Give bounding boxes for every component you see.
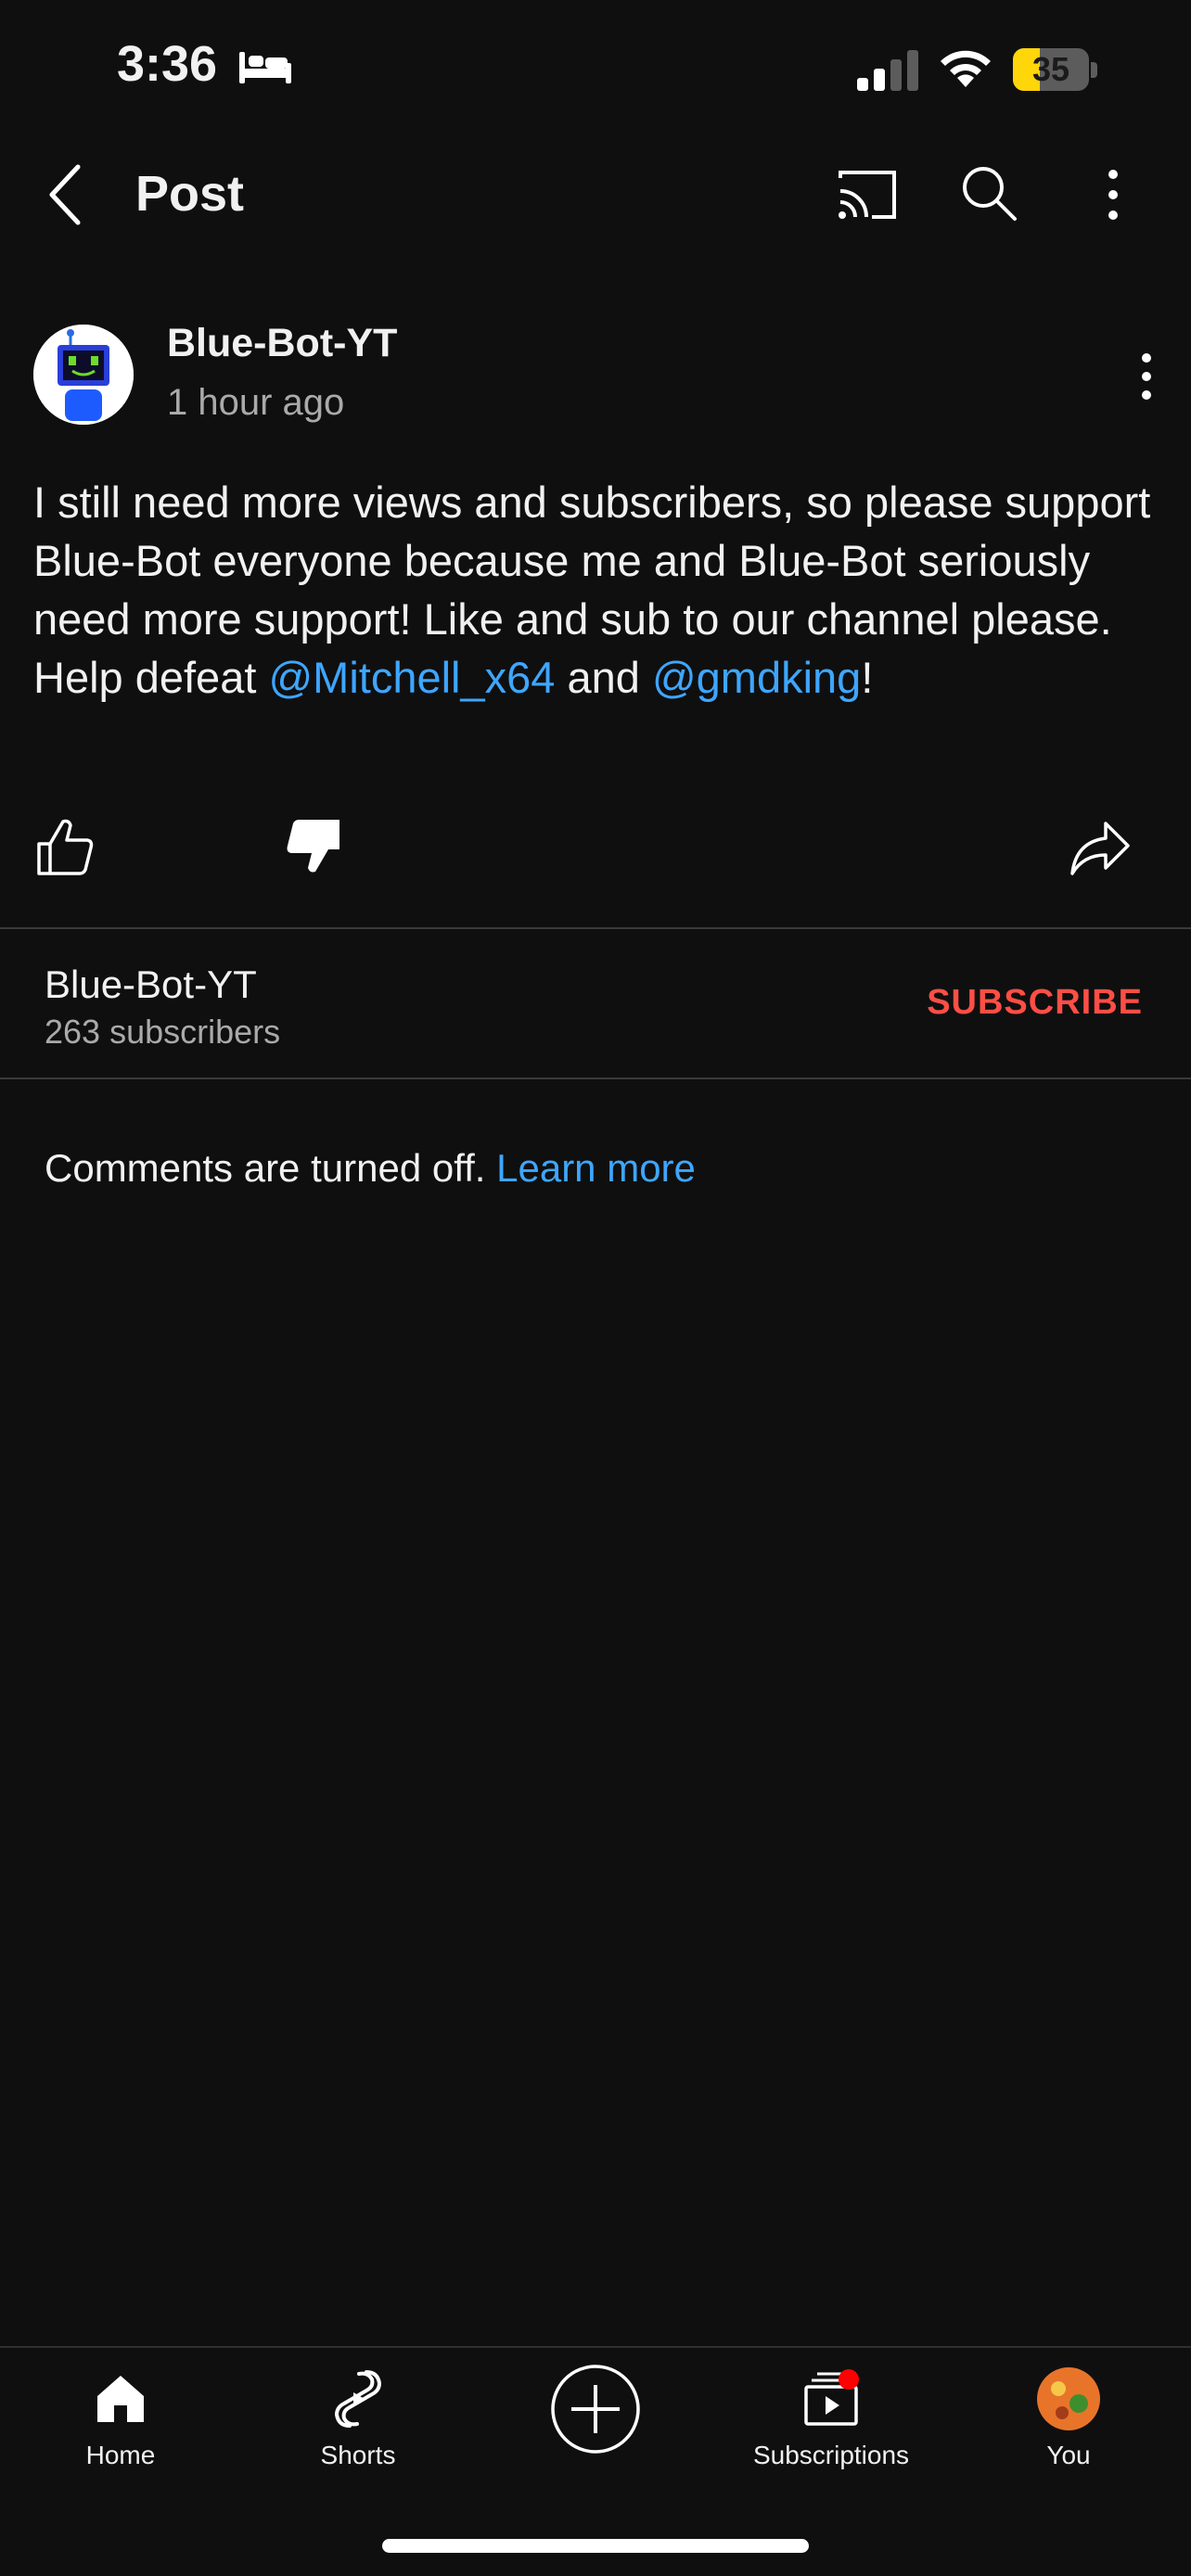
nav-you-label: You: [1046, 2441, 1091, 2469]
post-body-text: !: [861, 653, 874, 702]
learn-more-link[interactable]: Learn more: [496, 1146, 696, 1190]
post-more-icon[interactable]: [1128, 349, 1165, 404]
comments-notice: Comments are turned off. Learn more: [45, 1146, 696, 1191]
profile-avatar-icon: [1037, 2367, 1100, 2430]
shorts-icon: [334, 2370, 382, 2428]
nav-shorts[interactable]: Shorts: [265, 2366, 451, 2487]
subscribe-button[interactable]: SUBSCRIBE: [927, 983, 1143, 1023]
share-icon[interactable]: [1069, 818, 1132, 877]
notification-dot: [839, 2369, 859, 2390]
page: 3:36 35 Post Blue-Bot-YT 1 hour ago I st…: [0, 0, 1191, 2576]
page-title: Post: [135, 166, 245, 222]
nav-home-label: Home: [85, 2441, 156, 2469]
nav-home[interactable]: Home: [28, 2366, 213, 2487]
divider: [0, 927, 1191, 929]
cellular-signal-icon: [857, 50, 918, 91]
post-text: I still need more views and subscribers,…: [33, 473, 1165, 707]
back-icon[interactable]: [37, 159, 96, 230]
battery-level: 35: [1031, 50, 1070, 88]
nav-subscriptions[interactable]: Subscriptions: [738, 2366, 924, 2487]
status-bar: 3:36 35: [0, 0, 1191, 139]
channel-avatar[interactable]: [33, 325, 134, 425]
dislike-icon[interactable]: [282, 816, 343, 877]
bed-icon: [239, 52, 291, 83]
cast-icon[interactable]: [835, 165, 900, 224]
nav-shorts-label: Shorts: [320, 2441, 396, 2469]
channel-name[interactable]: Blue-Bot-YT: [45, 963, 257, 1007]
subscriber-count: 263 subscribers: [45, 1013, 281, 1051]
mention-link[interactable]: @gmdking: [652, 653, 861, 702]
post-timestamp: 1 hour ago: [167, 382, 345, 423]
status-time: 3:36: [117, 36, 218, 92]
home-icon: [97, 2376, 144, 2422]
post-body-text: and: [555, 653, 652, 702]
search-icon[interactable]: [957, 161, 1020, 224]
battery-icon: 35: [1013, 48, 1100, 93]
home-indicator[interactable]: [382, 2539, 809, 2553]
subscriptions-icon: [804, 2369, 859, 2426]
create-plus-icon[interactable]: [549, 2363, 642, 2455]
nav-you[interactable]: You: [976, 2366, 1161, 2487]
nav-subscriptions-label: Subscriptions: [752, 2441, 910, 2469]
post-channel-name[interactable]: Blue-Bot-YT: [167, 321, 397, 366]
comments-off-text: Comments are turned off.: [45, 1146, 497, 1190]
divider: [0, 1078, 1191, 1079]
robot-avatar-icon: [33, 325, 134, 425]
top-bar: Post: [0, 139, 1191, 250]
more-options-icon[interactable]: [1095, 163, 1132, 226]
mention-link[interactable]: @Mitchell_x64: [268, 653, 555, 702]
like-icon[interactable]: [35, 816, 96, 877]
wifi-icon: [941, 50, 991, 87]
